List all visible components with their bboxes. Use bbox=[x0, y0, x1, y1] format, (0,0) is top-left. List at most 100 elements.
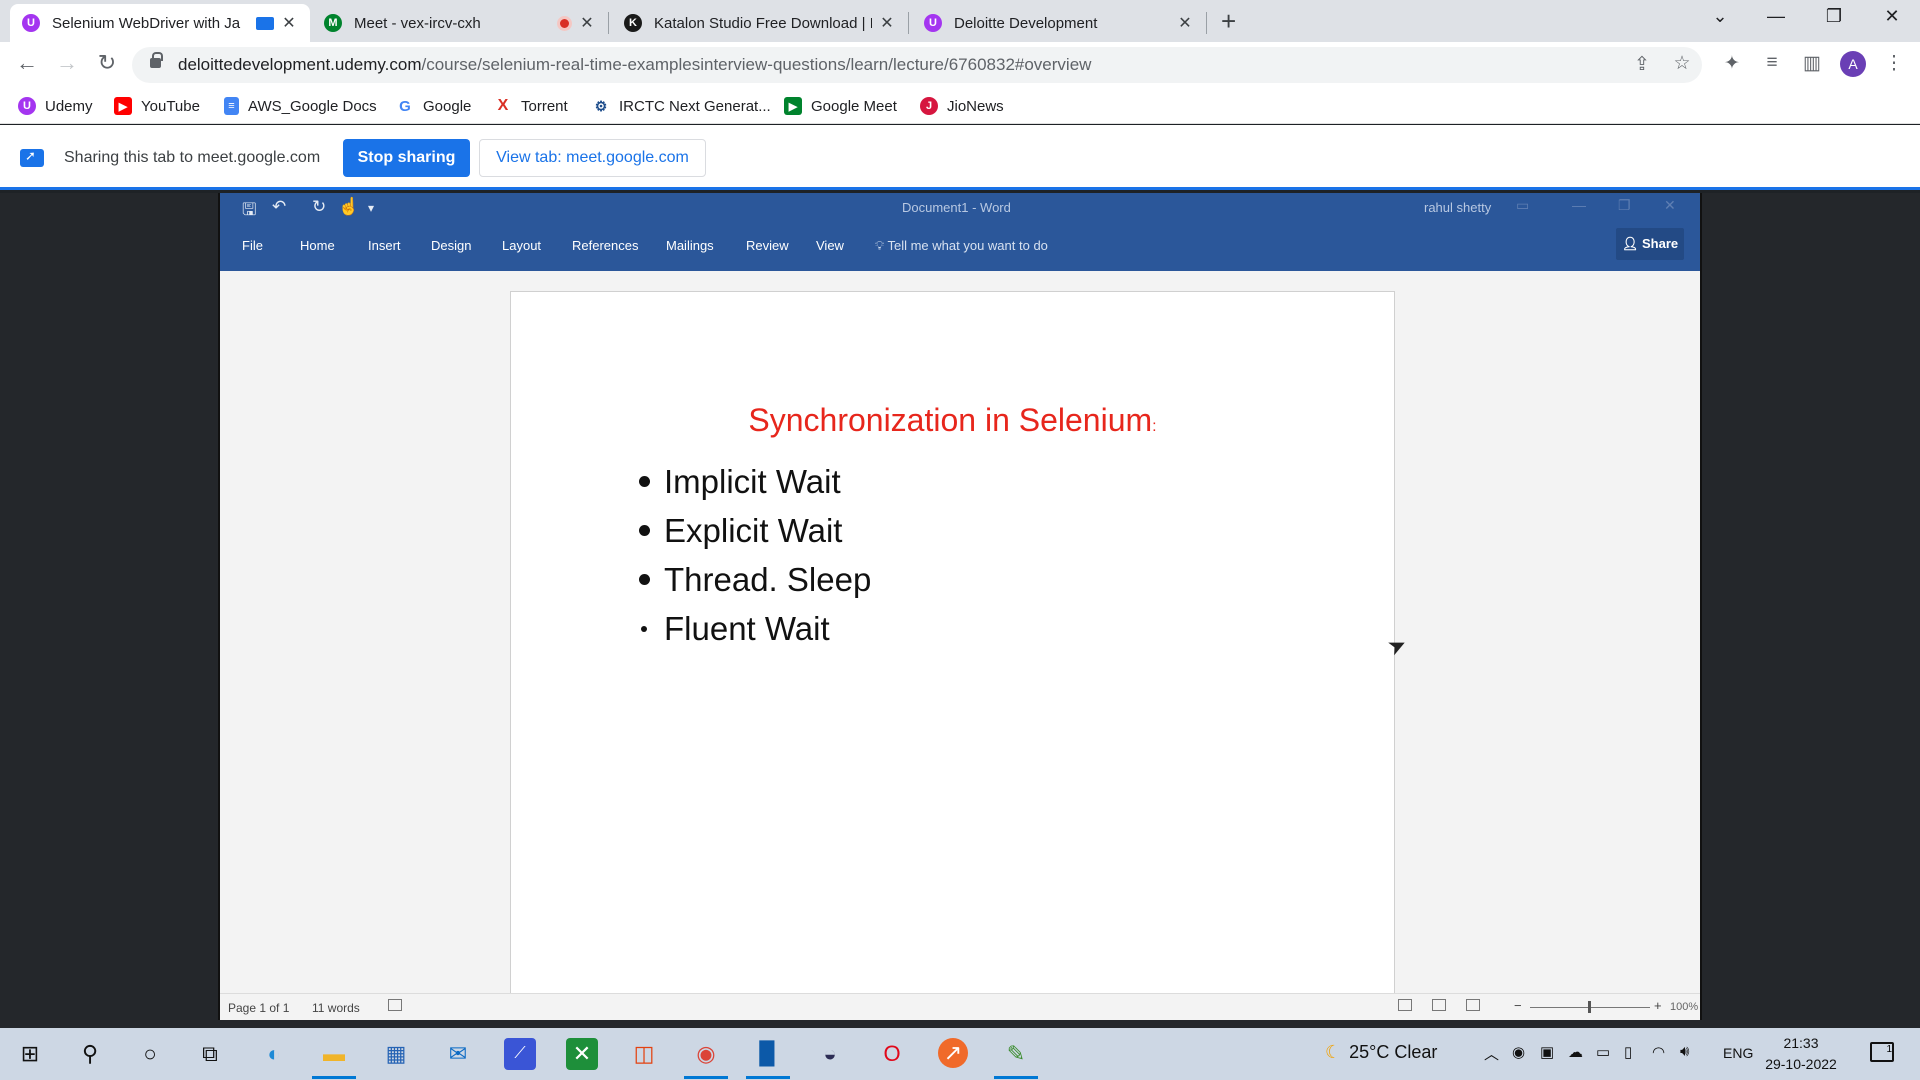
ribbon-tab-mailings[interactable]: Mailings bbox=[666, 238, 714, 253]
lecture-video-player[interactable]: 🖫 ↶ ↻ ☝ ▾ Document1 - Word rahul shetty … bbox=[0, 193, 1920, 1028]
cortana-icon[interactable]: ○ bbox=[134, 1038, 166, 1070]
tab-search-icon[interactable]: ⌄ bbox=[1700, 6, 1740, 27]
redo-icon[interactable]: ↻ bbox=[312, 197, 326, 217]
ribbon-tab-review[interactable]: Review bbox=[746, 238, 789, 253]
bookmark-youtube[interactable]: ▶ YouTube bbox=[114, 97, 200, 115]
edge-icon[interactable]: ◐ bbox=[258, 1038, 290, 1070]
ribbon-tab-home[interactable]: Home bbox=[300, 238, 335, 253]
save-icon[interactable]: 🖫 bbox=[242, 197, 256, 226]
url-text[interactable]: deloittedevelopment.udemy.com/course/sel… bbox=[178, 55, 1091, 75]
show-hidden-icons-icon[interactable]: ︿ bbox=[1484, 1043, 1499, 1064]
start-windows-icon[interactable]: ⊞ bbox=[14, 1038, 46, 1070]
tab-title: Selenium WebDriver with Ja bbox=[52, 14, 241, 32]
clock[interactable]: 21:33 29-10-2022 bbox=[1746, 1033, 1856, 1075]
share-page-icon[interactable]: ⇪ bbox=[1628, 53, 1656, 76]
bookmark-torrent[interactable]: X Torrent bbox=[494, 97, 568, 115]
document-page[interactable]: Synchronization in Selenium: Implicit Wa… bbox=[510, 291, 1395, 1011]
media-control-icon[interactable]: ≡ bbox=[1758, 52, 1786, 74]
notification-center-icon[interactable]: 1 bbox=[1870, 1042, 1894, 1062]
view-tab-button[interactable]: View tab: meet.google.com bbox=[479, 139, 706, 177]
task-view-icon[interactable]: ⧉ bbox=[194, 1038, 226, 1070]
touch-mode-icon[interactable]: ☝ bbox=[338, 197, 359, 217]
volume-icon[interactable]: 🔊︎ bbox=[1680, 1043, 1689, 1060]
ribbon-options-icon[interactable]: ▭ bbox=[1516, 197, 1529, 214]
profile-avatar[interactable]: A bbox=[1840, 51, 1866, 77]
mail-icon[interactable]: ✉ bbox=[442, 1038, 474, 1070]
extensions-icon[interactable]: ✦ bbox=[1718, 52, 1746, 75]
ribbon-tab-design[interactable]: Design bbox=[431, 238, 471, 253]
back-button[interactable]: ← bbox=[12, 50, 42, 76]
restore-button[interactable]: ❐ bbox=[1618, 197, 1631, 214]
reload-button[interactable]: ↻ bbox=[92, 50, 122, 76]
bookmark-star-icon[interactable]: ☆ bbox=[1668, 52, 1696, 75]
word-share-button[interactable]: 👤︎ Share bbox=[1616, 228, 1684, 260]
microsoft-store-icon[interactable]: ▦ bbox=[380, 1038, 412, 1070]
tell-me-search[interactable]: 💡︎ Tell me what you want to do bbox=[875, 238, 1048, 254]
undo-icon[interactable]: ↶ bbox=[272, 197, 286, 217]
zoom-level[interactable]: 100% bbox=[1670, 1001, 1698, 1013]
eclipse-icon[interactable]: ◒ bbox=[814, 1038, 846, 1070]
camera-icon[interactable]: ▣ bbox=[1540, 1043, 1554, 1061]
battery-icon[interactable]: ▯ bbox=[1624, 1043, 1632, 1061]
close-window-button[interactable]: ✕ bbox=[1664, 197, 1676, 214]
minimize-button[interactable]: — bbox=[1572, 197, 1586, 213]
notepad-plus-icon[interactable]: ✎ bbox=[994, 1038, 1038, 1079]
teams-viewer-icon[interactable]: ▉ bbox=[746, 1038, 790, 1079]
xbox-icon[interactable]: ✕ bbox=[566, 1038, 598, 1070]
bookmark-jionews[interactable]: J JioNews bbox=[920, 97, 1004, 115]
tab-selenium[interactable]: U Selenium WebDriver with Ja ✕ bbox=[10, 4, 310, 42]
word-count[interactable]: 11 words bbox=[312, 1001, 360, 1015]
powerautomate-icon[interactable]: ⟋ bbox=[504, 1038, 536, 1070]
opera-icon[interactable]: O bbox=[876, 1038, 908, 1070]
display-icon[interactable]: ▭ bbox=[1596, 1043, 1610, 1061]
side-panel-icon[interactable]: ▥ bbox=[1798, 52, 1826, 75]
page-count[interactable]: Page 1 of 1 bbox=[228, 1001, 289, 1015]
menu-icon[interactable]: ⋮ bbox=[1880, 52, 1908, 75]
lock-icon[interactable] bbox=[150, 52, 163, 68]
ribbon-tab-references[interactable]: References bbox=[572, 238, 638, 253]
proofing-icon[interactable] bbox=[388, 999, 402, 1011]
zoom-in-icon[interactable]: + bbox=[1654, 998, 1662, 1013]
bookmark-udemy[interactable]: U Udemy bbox=[18, 97, 93, 115]
bookmark-google[interactable]: G Google bbox=[396, 97, 471, 115]
customize-qat-icon[interactable]: ▾ bbox=[368, 201, 374, 215]
onedrive-icon[interactable]: ☁ bbox=[1568, 1043, 1583, 1061]
weather-widget[interactable]: ☾ 25°C Clear bbox=[1325, 1042, 1437, 1063]
zoom-slider[interactable] bbox=[1530, 1001, 1650, 1013]
ribbon-tab-view[interactable]: View bbox=[816, 238, 844, 253]
zoom-out-icon[interactable]: − bbox=[1514, 998, 1522, 1013]
tab-deloitte[interactable]: U Deloitte Development ✕ bbox=[912, 4, 1206, 42]
new-tab-button[interactable]: + bbox=[1221, 8, 1236, 34]
close-tab-icon[interactable]: ✕ bbox=[280, 13, 298, 33]
google-icon: G bbox=[399, 97, 411, 115]
close-tab-icon[interactable]: ✕ bbox=[878, 13, 896, 33]
web-layout-icon[interactable] bbox=[1466, 999, 1480, 1011]
minimize-button[interactable]: — bbox=[1756, 6, 1796, 27]
ribbon-tab-layout[interactable]: Layout bbox=[502, 238, 541, 253]
address-bar[interactable]: deloittedevelopment.udemy.com/course/sel… bbox=[132, 47, 1702, 83]
bookmark-irctc[interactable]: ⚙ IRCTC Next Generat... bbox=[592, 97, 771, 115]
forward-button[interactable]: → bbox=[52, 50, 82, 76]
meet-icon: ▶ bbox=[784, 97, 802, 115]
close-tab-icon[interactable]: ✕ bbox=[1176, 13, 1194, 33]
file-explorer-icon[interactable]: ▬ bbox=[312, 1038, 356, 1079]
record-icon[interactable]: ◉ bbox=[1512, 1043, 1525, 1061]
clock-time: 21:33 bbox=[1783, 1035, 1819, 1051]
ribbon-tab-file[interactable]: File bbox=[242, 238, 263, 253]
bookmark-google-meet[interactable]: ▶ Google Meet bbox=[784, 97, 897, 115]
office-icon[interactable]: ◫ bbox=[628, 1038, 660, 1070]
bookmark-aws-docs[interactable]: ≡ AWS_Google Docs bbox=[224, 97, 377, 115]
chrome-icon[interactable]: ◉ bbox=[684, 1038, 728, 1079]
search-icon[interactable]: ⚲ bbox=[74, 1038, 106, 1070]
restore-button[interactable]: ❐ bbox=[1814, 6, 1854, 27]
wifi-icon[interactable]: ◠ bbox=[1652, 1043, 1665, 1061]
read-mode-icon[interactable] bbox=[1398, 999, 1412, 1011]
stop-sharing-button[interactable]: Stop sharing bbox=[343, 139, 470, 177]
print-layout-icon[interactable] bbox=[1432, 999, 1446, 1011]
tab-katalon[interactable]: K Katalon Studio Free Download | K ✕ bbox=[612, 4, 908, 42]
ribbon-tab-insert[interactable]: Insert bbox=[368, 238, 401, 253]
tab-meet[interactable]: M Meet - vex-ircv-cxh ✕ bbox=[312, 4, 608, 42]
close-window-button[interactable]: ✕ bbox=[1872, 6, 1912, 27]
postman-icon[interactable]: ↗ bbox=[938, 1038, 968, 1068]
close-tab-icon[interactable]: ✕ bbox=[578, 13, 596, 33]
